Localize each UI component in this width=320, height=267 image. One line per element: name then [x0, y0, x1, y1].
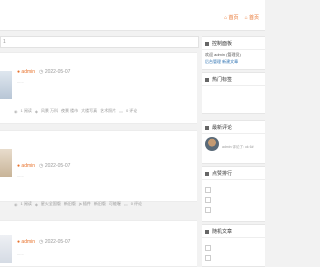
nav-menu: ⌂ 首页 ⌂ 首页	[224, 14, 259, 21]
divider	[202, 179, 265, 180]
rank-placeholder-icon	[205, 187, 211, 193]
top-bar: ⌂ 首页 ⌂ 首页	[0, 0, 265, 31]
eye-icon: ◉	[14, 201, 18, 207]
rank-placeholder-icon	[205, 197, 211, 203]
home-icon: ⌂	[244, 15, 248, 21]
post-date: ◷ 2022-05-07	[39, 69, 71, 75]
post-meta: ● admin ◷ 2022-05-07	[17, 163, 70, 169]
tag-icon: ◆	[34, 108, 38, 114]
tag-icon	[205, 77, 209, 82]
post-tags: ◉ 1 阅读 ◆ 星火全国版 新旧版 js 插件 新旧版 可能喔 ▭ 0 评论	[14, 201, 143, 207]
post-meta: ● admin ◷ 2022-05-07	[17, 69, 70, 75]
widget-title: 控制面板	[205, 40, 232, 47]
post-excerpt: ......	[17, 173, 24, 178]
post-author[interactable]: ● admin	[17, 163, 35, 169]
clock-icon: ◷	[39, 163, 44, 169]
eye-icon: ◉	[14, 108, 18, 114]
search-input[interactable]: 1	[0, 36, 199, 48]
article-placeholder-icon	[205, 245, 211, 251]
nav-home[interactable]: ⌂ 首页	[224, 14, 238, 21]
clock-icon: ◷	[39, 239, 44, 245]
post-excerpt: ......	[17, 251, 24, 256]
post-author[interactable]: ● admin	[17, 239, 35, 245]
comment-icon: ▭	[119, 108, 123, 114]
control-panel-widget: 控制面板 欢迎 admin (管理员) 后台管理 新建文章	[202, 36, 265, 70]
likes-ranking-widget: 点赞排行	[202, 166, 265, 222]
post-card[interactable]: ● admin ◷ 2022-05-07 ...... ◉ 1 阅读 ◆ 风景 万科…	[0, 52, 197, 124]
divider	[202, 237, 265, 238]
widget-title: 热门标签	[205, 76, 232, 83]
nav-item[interactable]: ⌂ 首页	[245, 14, 259, 21]
post-excerpt: ......	[17, 79, 24, 84]
user-icon: ●	[17, 163, 21, 169]
user-icon: ●	[17, 239, 21, 245]
random-articles-widget: 随机文章	[202, 224, 265, 267]
clock-icon: ◷	[39, 69, 44, 75]
widget-title: 点赞排行	[205, 170, 232, 177]
tag-icon: ◆	[34, 201, 38, 207]
widget-title: 随机文章	[205, 228, 232, 235]
search-placeholder: 1	[3, 39, 6, 45]
hot-tags-widget: 热门标签	[202, 72, 265, 114]
divider	[202, 133, 265, 134]
post-card[interactable]: ● admin ◷ 2022-05-07 ...... ◉ 1 阅读 ◆ 星火全国版…	[0, 130, 197, 207]
avatar[interactable]	[205, 137, 219, 151]
post-date: ◷ 2022-05-07	[39, 239, 71, 245]
article-placeholder-icon	[205, 255, 211, 261]
post-tags: ◉ 1 阅读 ◆ 风景 万科 夜景 楼市 大楼写真 艺术照片 ▭ 0 评论	[14, 108, 138, 114]
panel-icon	[205, 41, 209, 46]
widget-title: 最新评论	[205, 124, 232, 131]
comment-icon: ▭	[123, 201, 128, 207]
user-icon: ●	[17, 69, 21, 75]
comment-icon	[205, 125, 209, 130]
divider	[202, 49, 265, 50]
post-thumbnail[interactable]	[0, 71, 12, 99]
rank-placeholder-icon	[205, 207, 211, 213]
post-thumbnail[interactable]	[0, 235, 12, 263]
home-icon: ⌂	[224, 15, 228, 21]
post-meta: ● admin ◷ 2022-05-07	[17, 239, 70, 245]
post-card[interactable]: ● admin ◷ 2022-05-07 ......	[0, 220, 197, 267]
latest-comments-widget: 最新评论 admin 评论了: ok 6#	[202, 120, 265, 164]
shuffle-icon	[205, 229, 209, 234]
divider	[202, 85, 265, 86]
post-author[interactable]: ● admin	[17, 69, 35, 75]
welcome-text: 欢迎 admin (管理员)	[205, 52, 241, 57]
post-date: ◷ 2022-05-07	[39, 163, 71, 169]
admin-links[interactable]: 后台管理 新建文章	[205, 59, 238, 65]
comment-text[interactable]: admin 评论了: ok 6#	[222, 145, 254, 150]
list-icon	[205, 171, 209, 176]
post-thumbnail[interactable]	[0, 149, 12, 177]
